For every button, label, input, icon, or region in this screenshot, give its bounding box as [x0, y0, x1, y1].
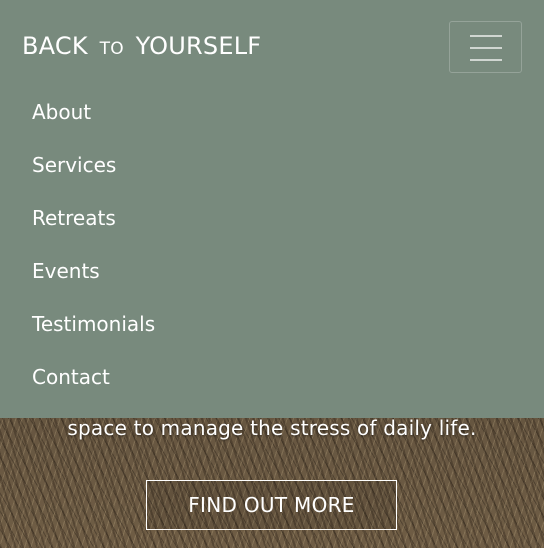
- brand-part-yourself: YOURSELF: [135, 32, 262, 60]
- find-out-more-button[interactable]: FIND OUT MORE: [146, 480, 397, 530]
- navbar: BACK TO YOURSELF About Services Retreats…: [0, 0, 544, 418]
- brand-part-to: TO: [99, 39, 124, 59]
- nav-item-about[interactable]: About: [32, 100, 155, 153]
- nav-menu: About Services Retreats Events Testimoni…: [32, 100, 155, 418]
- nav-item-retreats[interactable]: Retreats: [32, 206, 155, 259]
- nav-item-contact[interactable]: Contact: [32, 365, 155, 418]
- nav-item-events[interactable]: Events: [32, 259, 155, 312]
- hero-tagline: space to manage the stress of daily life…: [67, 416, 477, 440]
- menu-toggle-button[interactable]: [449, 21, 522, 73]
- nav-item-services[interactable]: Services: [32, 153, 155, 206]
- nav-item-testimonials[interactable]: Testimonials: [32, 312, 155, 365]
- brand-part-back: BACK: [22, 32, 88, 60]
- hamburger-icon: [470, 35, 502, 61]
- brand-logo[interactable]: BACK TO YOURSELF: [22, 32, 261, 60]
